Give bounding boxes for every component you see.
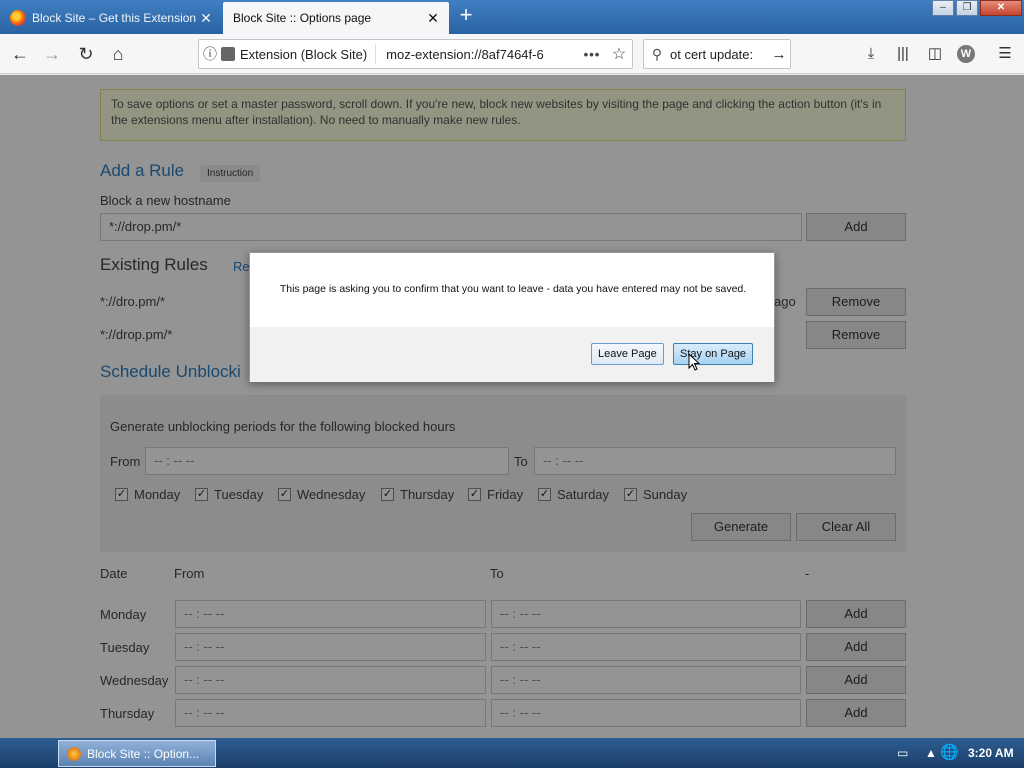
close-window-button[interactable]: ✕ xyxy=(980,0,1022,16)
dialog-message: This page is asking you to confirm that … xyxy=(279,283,747,295)
minimize-button[interactable]: – xyxy=(932,0,954,16)
firefox-icon xyxy=(10,10,26,26)
tab-options-page[interactable]: Block Site :: Options page ✕ xyxy=(223,2,449,34)
menu-icon[interactable]: ☰ xyxy=(994,43,1016,65)
download-icon[interactable]: ⤓ xyxy=(860,43,882,65)
reload-button[interactable]: ↻ xyxy=(74,42,98,66)
window-controls: – ❐ ✕ xyxy=(930,0,1022,18)
network-globe-icon[interactable]: 🌐 xyxy=(940,743,959,761)
search-icon: ⚲ xyxy=(651,45,663,62)
windows-taskbar: Block Site :: Option... ▭ ▲ 🌐 3:20 AM xyxy=(0,738,1024,768)
tab-block-site-extension[interactable]: Block Site – Get this Extension f ✕ xyxy=(0,2,222,34)
new-tab-button[interactable]: + xyxy=(455,4,477,28)
home-button[interactable]: ⌂ xyxy=(106,42,130,66)
tab-strip: Block Site – Get this Extension f ✕ Bloc… xyxy=(0,0,1024,34)
extension-identity[interactable]: Extension (Block Site) xyxy=(221,44,377,64)
taskbar-item-firefox[interactable]: Block Site :: Option... xyxy=(58,740,216,767)
taskbar-item-title: Block Site :: Option... xyxy=(87,746,200,761)
modal-backdrop xyxy=(0,75,1024,738)
forward-button[interactable]: → xyxy=(40,42,64,66)
restore-button[interactable]: ❐ xyxy=(956,0,978,16)
keyboard-icon[interactable]: ▭ xyxy=(897,746,908,760)
url-bar[interactable]: ⓘ Extension (Block Site) moz-extension:/… xyxy=(198,39,633,69)
info-icon[interactable]: ⓘ xyxy=(199,44,221,64)
close-tab-icon[interactable]: ✕ xyxy=(198,10,214,27)
system-clock[interactable]: 3:20 AM xyxy=(968,746,1014,760)
back-button[interactable]: ← xyxy=(8,42,32,66)
puzzle-piece-icon xyxy=(221,47,235,61)
tab-title: Block Site :: Options page xyxy=(233,11,372,25)
search-input[interactable]: ot cert update: xyxy=(670,47,768,62)
go-arrow-icon[interactable]: → xyxy=(768,46,790,63)
identity-label: Extension (Block Site) xyxy=(240,46,368,62)
account-avatar-icon[interactable]: W xyxy=(957,45,975,63)
library-icon[interactable]: ||| xyxy=(892,43,914,65)
search-bar[interactable]: ⚲ ot cert update: → xyxy=(643,39,791,69)
close-tab-icon[interactable]: ✕ xyxy=(425,10,441,27)
firefox-icon xyxy=(67,746,81,761)
navigation-toolbar: ← → ↻ ⌂ ⓘ Extension (Block Site) moz-ext… xyxy=(0,34,1024,74)
leave-page-button[interactable]: Leave Page xyxy=(591,343,664,365)
tray-expand-icon[interactable]: ▲ xyxy=(925,746,937,760)
mouse-cursor-icon xyxy=(688,353,701,371)
page-actions-icon[interactable]: ••• xyxy=(578,47,606,62)
stay-on-page-button[interactable]: Stay on Page xyxy=(673,343,754,365)
bookmark-star-icon[interactable]: ☆ xyxy=(606,44,632,64)
tab-title: Block Site – Get this Extension f xyxy=(32,11,198,25)
url-text[interactable]: moz-extension://8af7464f-6 xyxy=(376,47,578,62)
sidebar-icon[interactable]: ◫ xyxy=(924,43,946,65)
